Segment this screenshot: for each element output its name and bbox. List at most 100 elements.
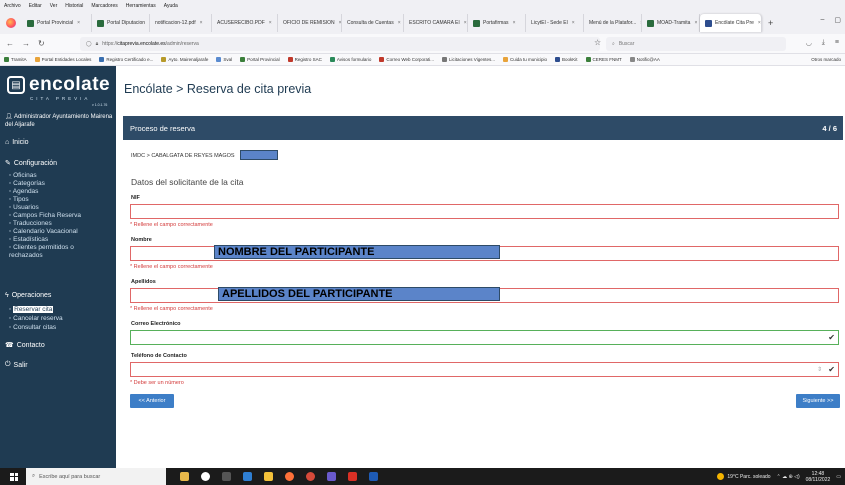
close-icon[interactable]: × [269, 20, 272, 26]
browser-tab[interactable]: Portafirmas × [468, 14, 526, 32]
sidebar-item-contacto[interactable]: ☎ Contacto [5, 341, 45, 350]
sidebar-item-inicio[interactable]: ⌂ Inicio [5, 139, 29, 146]
shield-icon[interactable]: ◯ [86, 41, 92, 47]
sidebar-item-clientes[interactable]: ◦ Clientes permitidos o rechazados [9, 244, 109, 260]
previous-button[interactable]: << Anterior [130, 394, 174, 408]
bookmark-item[interactable]: Sval [216, 57, 232, 62]
bookmark-item[interactable]: CERES FNMT [585, 57, 622, 62]
other-bookmarks[interactable]: Otros marcado [811, 57, 841, 62]
bookmark-item[interactable]: Notific@AA [629, 57, 660, 62]
maximize-icon[interactable]: ▢ [834, 16, 841, 24]
sidebar-item-estadisticas[interactable]: ◦ Estadísticas [9, 236, 48, 244]
browser-tab[interactable]: MOAD-Tramita × [642, 14, 700, 32]
sidebar-item-calendario[interactable]: ◦ Calendario Vacacional [9, 228, 78, 236]
bookmark-item[interactable]: Ayto. Mairenaljarafe [161, 57, 208, 62]
close-icon[interactable]: × [572, 20, 575, 26]
bookmark-item[interactable]: Avisos formulario [329, 57, 371, 62]
close-icon[interactable]: × [77, 20, 80, 26]
sidebar-item-oficinas[interactable]: ◦ Oficinas [9, 172, 37, 180]
menu-historial[interactable]: Historial [65, 3, 83, 9]
reload-icon[interactable]: ↻ [38, 39, 45, 48]
spinner-icon[interactable]: ⇕ [817, 366, 822, 373]
bookmark-item[interactable]: Portal Provincial [240, 57, 280, 62]
menu-icon[interactable]: ≡ [835, 39, 839, 47]
sidebar-item-tipos[interactable]: ◦ Tipos [9, 196, 29, 204]
browser-tab[interactable]: Portal Provincial × [22, 14, 92, 32]
sidebar-item-consultar-citas[interactable]: ◦ Consultar citas [9, 324, 56, 332]
menu-editar[interactable]: Editar [29, 3, 42, 9]
word-icon[interactable] [369, 472, 378, 481]
browser-tab[interactable]: OFICIO DE REMISION × [278, 14, 342, 32]
clock[interactable]: 12:48 08/11/2022 [806, 471, 831, 483]
browser-tab[interactable]: Portal Diputacion [92, 14, 150, 32]
sidebar-item-traducciones[interactable]: ◦ Traducciones [9, 220, 52, 228]
bookmark-item[interactable]: Registro Certificado e... [99, 57, 153, 62]
edge-icon[interactable] [243, 472, 252, 481]
browser-tab[interactable]: ESCRITO CAMARA EI × [404, 14, 468, 32]
lock-icon[interactable]: 🔒︎ [96, 41, 99, 47]
menu-herramientas[interactable]: Herramientas [126, 3, 156, 9]
firefox-taskbar-icon[interactable] [285, 472, 294, 481]
weather-widget[interactable]: 19°C Parc. soleado [717, 473, 771, 480]
cortana-icon[interactable] [201, 472, 210, 481]
nif-field[interactable] [130, 204, 839, 219]
menu-ver[interactable]: Ver [50, 3, 58, 9]
forward-arrow-icon[interactable]: → [22, 39, 30, 48]
browser-tab[interactable]: ACUSERECIBO.PDF × [212, 14, 278, 32]
sidebar-item-operaciones[interactable]: ϟ Operaciones [5, 292, 51, 299]
close-icon[interactable]: × [464, 20, 467, 26]
app-icon[interactable] [327, 472, 336, 481]
tray-icons[interactable]: ⌃ ☁ ⊕ ◁) [777, 474, 800, 480]
bookmark-star-icon[interactable]: ☆ [594, 38, 601, 47]
sidebar-item-cancelar-reserva[interactable]: ◦ Cancelar reserva [9, 315, 63, 323]
minimize-icon[interactable]: – [820, 16, 824, 24]
windows-start-icon[interactable] [10, 472, 18, 481]
search-input[interactable]: ⌕ Buscar [606, 37, 786, 51]
taskbar-search-input[interactable]: ⌕ Escribe aquí para buscar [26, 468, 166, 485]
sidebar-item-configuracion[interactable]: ✎ Configuración [5, 159, 57, 168]
bookmark-item[interactable]: TramitA [4, 57, 27, 62]
sidebar-item-categorias[interactable]: ◦ Categorías [9, 180, 45, 188]
close-icon[interactable]: × [200, 20, 203, 26]
close-icon[interactable]: × [398, 20, 401, 26]
bookmark-item[interactable]: Correo Web Corporati... [379, 57, 434, 62]
browser-tab[interactable]: Menú de la Platafor...× [584, 14, 642, 32]
sidebar-item-agendas[interactable]: ◦ Agendas [9, 188, 38, 196]
close-icon[interactable]: × [694, 20, 697, 26]
sidebar-item-reservar-cita[interactable]: ◦ Reservar cita [9, 306, 54, 314]
bookmark-item[interactable]: Registro SAC [287, 57, 322, 62]
menu-ayuda[interactable]: Ayuda [164, 3, 178, 9]
bookmark-item[interactable]: Cuida tu municipio [502, 57, 547, 62]
user-icon: 👤︎ [5, 114, 13, 120]
browser-tab[interactable]: notificacion-12.pdf × [150, 14, 212, 32]
pocket-icon[interactable]: ◡ [806, 39, 812, 47]
sidebar-item-salir[interactable]: ⏻ Salir [5, 361, 28, 369]
notifications-icon[interactable]: ▭ [836, 474, 841, 480]
next-button[interactable]: Siguiente >> [796, 394, 840, 408]
address-bar[interactable]: ◯ 🔒︎ https://citaprevia.encolate.es/admi… [80, 37, 600, 51]
browser-tab[interactable]: Consulta de Cuentas × [342, 14, 404, 32]
bookmark-item[interactable]: Portal Entidades Locales [34, 57, 91, 62]
close-icon[interactable]: × [758, 20, 761, 26]
bookmark-item[interactable]: BookKit [555, 57, 578, 62]
chrome-icon[interactable] [306, 472, 315, 481]
pdf-reader-icon[interactable] [348, 472, 357, 481]
sidebar-item-campos-ficha[interactable]: ◦ Campos Ficha Reserva [9, 212, 81, 220]
taskbar-apps [180, 472, 378, 481]
back-arrow-icon[interactable]: ← [6, 39, 14, 48]
menu-marcadores[interactable]: Marcadores [91, 3, 117, 9]
bookmark-item[interactable]: Licitaciones Vigentes... [442, 57, 495, 62]
explorer-icon[interactable] [180, 472, 189, 481]
download-icon[interactable]: ⤓ [822, 39, 825, 47]
close-icon[interactable]: × [513, 20, 516, 26]
phone-field[interactable]: ⇕ ✔ [130, 362, 839, 377]
sidebar-item-usuarios[interactable]: ◦ Usuarios [9, 204, 39, 212]
task-view-icon[interactable] [222, 472, 231, 481]
browser-tab-active[interactable]: Encólate Cita Pre × [700, 14, 762, 32]
encolate-logo[interactable]: ▤ encolate [7, 75, 110, 94]
new-tab-button[interactable]: + [762, 18, 779, 28]
browser-tab[interactable]: LicytEl - Sede El × [526, 14, 584, 32]
email-field[interactable]: ✔ [130, 330, 839, 345]
menu-archivo[interactable]: Archivo [4, 3, 21, 9]
folder-icon[interactable] [264, 472, 273, 481]
